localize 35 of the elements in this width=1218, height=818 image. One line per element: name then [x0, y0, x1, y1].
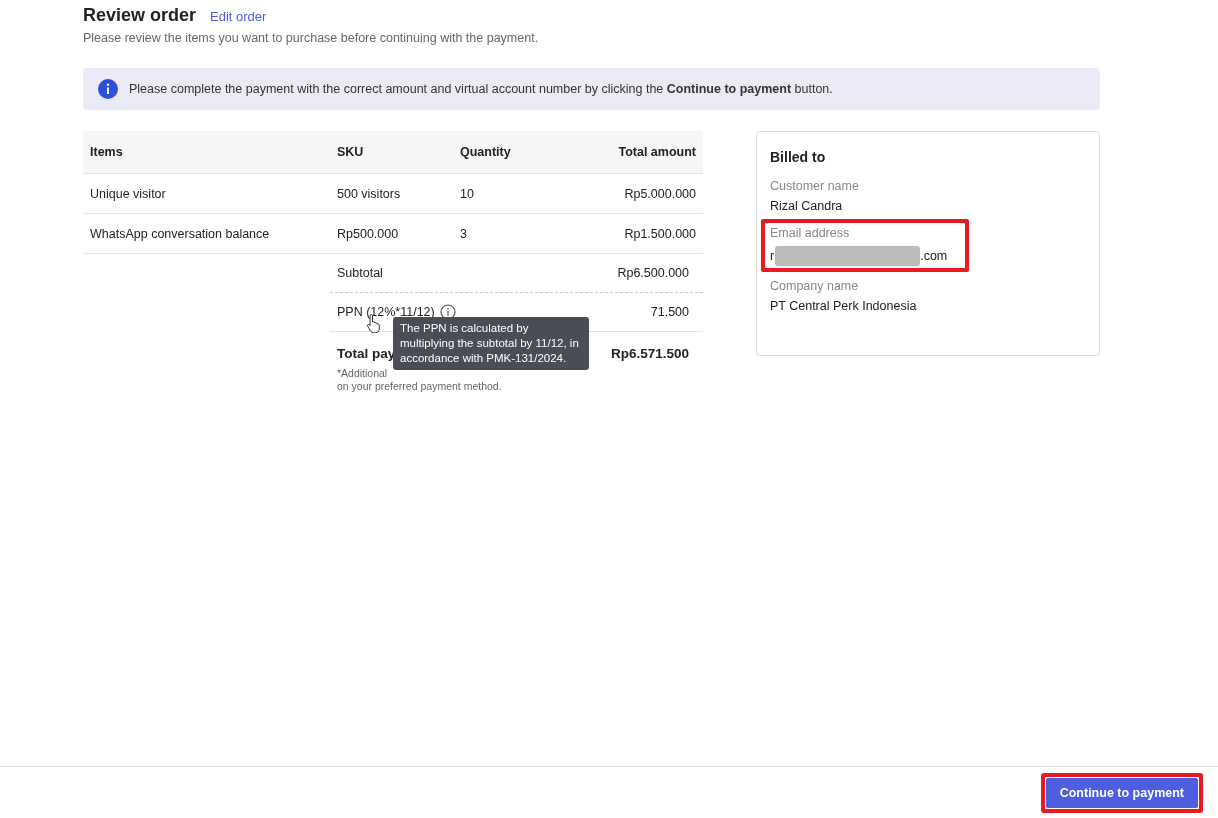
field-value: r: [770, 249, 775, 263]
fee-note: *Additional: [337, 367, 388, 380]
field-label: Email address: [770, 226, 850, 240]
field-value: Rizal Candra: [770, 199, 843, 213]
page-subtitle: Please review the items you want to purchase before continuing with the payment.: [83, 31, 540, 45]
table-cell-text: Rp1.500.000: [623, 226, 696, 241]
column-header: SKU: [337, 145, 365, 159]
continue-to-payment-button[interactable]: Continue to payment: [1045, 777, 1198, 808]
subtotal-label: Subtotal: [337, 266, 383, 280]
info-icon: [98, 79, 118, 99]
field-label: Customer name: [770, 179, 859, 193]
tooltip: The PPN is calculated by multiplying the subtotal by 11/12, in accordance with PMK-131/2024.: [393, 317, 589, 370]
table-cell-text: 500 visitors: [337, 186, 402, 201]
field-value: PT Central Perk Indonesia: [770, 299, 917, 313]
field-label: Company name: [770, 279, 859, 293]
table-cell-text: Unique visitor: [89, 186, 167, 201]
table-cell-text: 10: [460, 186, 475, 201]
column-header: Items: [89, 145, 124, 159]
info-message: Please complete the payment with the correct amount and virtual account number by clicking the Continue to payment button.: [129, 82, 833, 96]
tax-value: 71.500: [650, 305, 689, 319]
column-header: Total amount: [617, 145, 696, 159]
edit-order-link[interactable]: Edit order: [210, 9, 267, 24]
page-title: Review order: [83, 4, 197, 27]
card-title: Billed to: [770, 149, 827, 165]
fee-note: on your preferred payment method.: [337, 380, 502, 393]
table-cell-text: Rp5.000.000: [623, 186, 696, 201]
field-value: .com: [920, 249, 948, 263]
table-cell-text: WhatsApp conversation balance: [89, 226, 271, 241]
tax-label: PPN (12%*11/12): [337, 305, 435, 319]
column-header: Quantity: [460, 145, 512, 159]
info-icon[interactable]: [439, 304, 456, 320]
total-value: Rp6.571.500: [610, 346, 689, 361]
table-cell-text: Rp500.000: [337, 226, 400, 241]
table-cell-text: 3: [460, 226, 468, 241]
subtotal-value: Rp6.500.000: [617, 266, 689, 280]
